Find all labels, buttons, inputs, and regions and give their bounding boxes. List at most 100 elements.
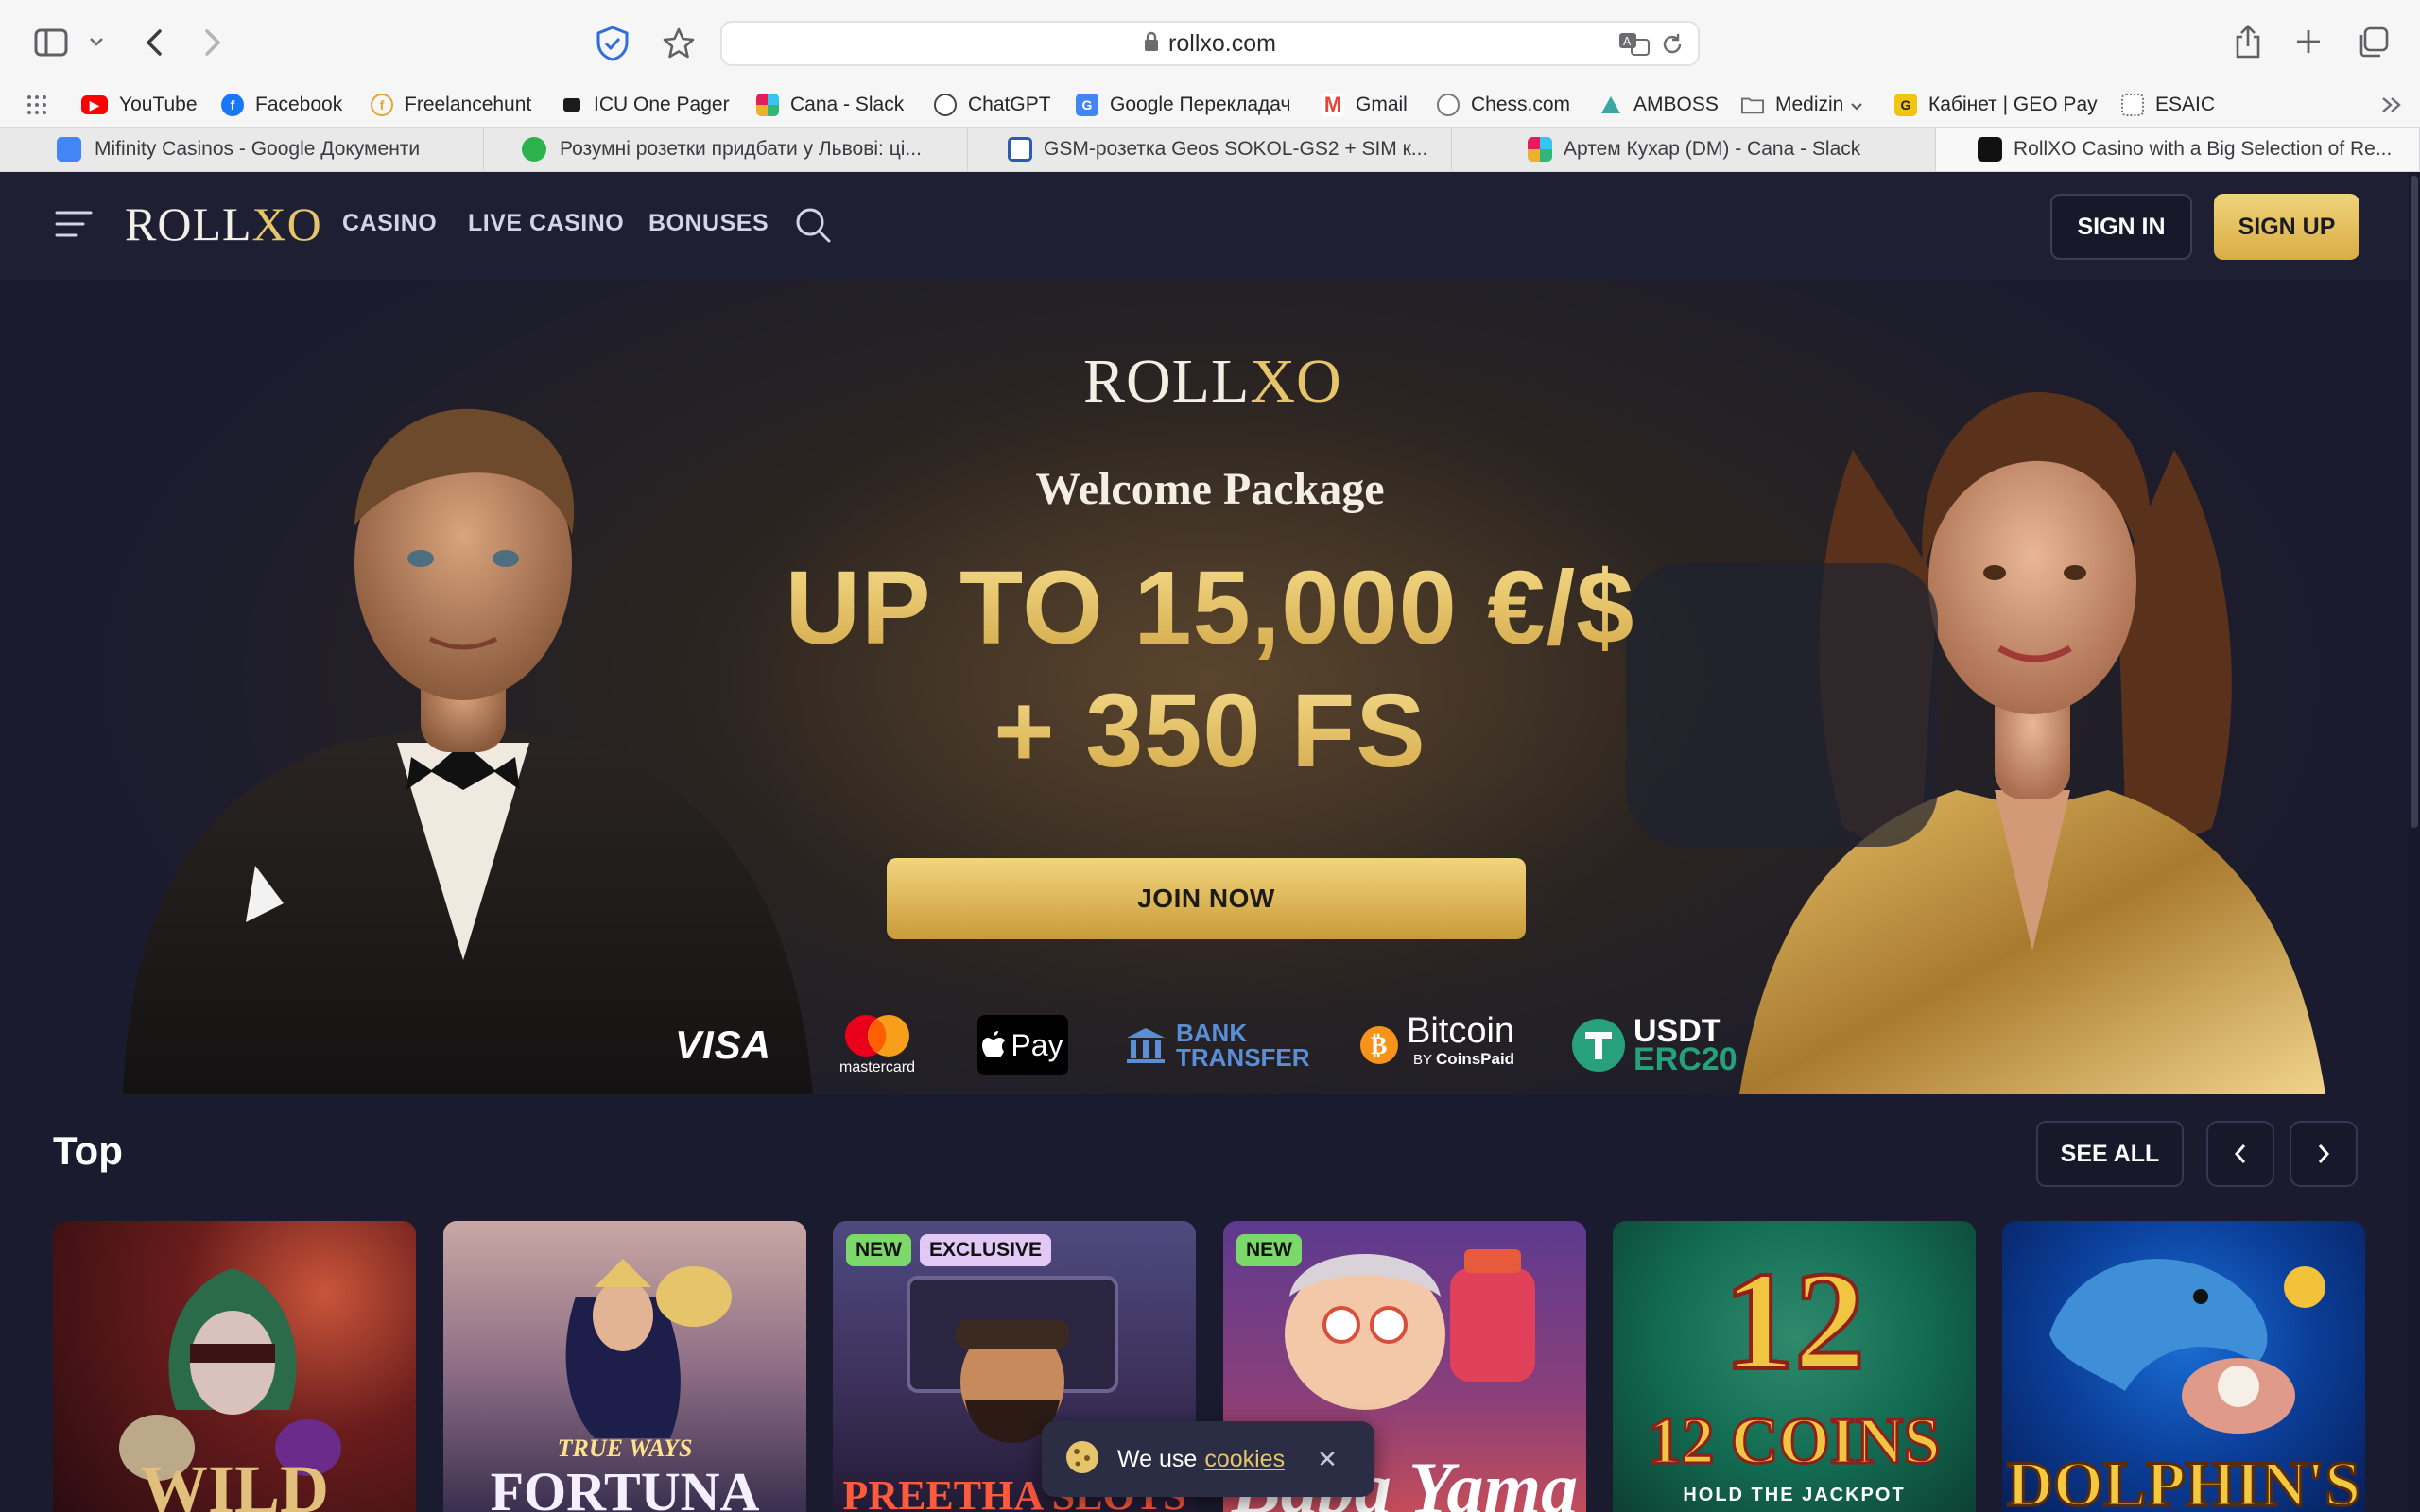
mastercard-logo: mastercard — [839, 1009, 915, 1081]
close-icon[interactable]: ✕ — [1317, 1445, 1338, 1474]
game-card-12-coins[interactable]: 12 12 COINS HOLD THE JACKPOT — [1613, 1221, 1976, 1512]
nav-live-casino[interactable]: LIVE CASINO — [468, 210, 624, 237]
bookmark-label: Chess.com — [1471, 94, 1571, 115]
new-tab-icon[interactable] — [2291, 25, 2325, 59]
bookmark-label: AMBOSS — [1634, 94, 1719, 115]
bookmark-label: ICU One Pager — [594, 94, 730, 115]
section-title-top: Top — [53, 1128, 123, 1173]
google-docs-icon — [57, 137, 81, 162]
bookmark-folder-medizin[interactable]: Medizin — [1741, 83, 1863, 127]
hero-subtitle: Welcome Package — [1035, 464, 1385, 514]
facebook-icon: f — [221, 94, 244, 116]
youtube-icon: ▶ — [81, 95, 108, 114]
browser-toolbar: rollxo.com A — [0, 0, 2420, 87]
bookmark-label: Кабінет | GEO Pay — [1928, 94, 2098, 115]
tab-geos[interactable]: GSM-розетка Geos SOKOL-GS2 + SIM к... — [968, 128, 1452, 171]
rollxo-favicon-icon — [1978, 137, 2002, 162]
game-art — [565, 1259, 732, 1438]
chatgpt-icon — [934, 94, 957, 116]
slack-icon — [1528, 137, 1552, 162]
video-icon — [1008, 137, 1032, 162]
url-text: rollxo.com — [1168, 29, 1276, 57]
cookie-banner: We use cookies ✕ — [1042, 1421, 1374, 1497]
tab-label: Розумні розетки придбати у Львові: ці... — [560, 138, 922, 160]
game-number: 12 — [1721, 1241, 1867, 1401]
search-icon[interactable] — [794, 206, 832, 249]
game-subtitle: HOLD THE JACKPOT — [1683, 1485, 1906, 1505]
bookmark-chess[interactable]: Chess.com — [1437, 83, 1570, 127]
translate-icon[interactable]: A — [1618, 32, 1651, 61]
bank-text-2: TRANSFER — [1176, 1043, 1310, 1072]
payment-methods: VISA mastercard Pay BANK TRANSFER ₿ Bitc… — [662, 1009, 1758, 1081]
join-now-button[interactable]: JOIN NOW — [887, 858, 1526, 939]
bookmark-facebook[interactable]: f Facebook — [221, 83, 342, 127]
visa-text: VISA — [675, 1022, 772, 1067]
tab-rollxo[interactable]: RollXO Casino with a Big Selection of Re… — [1936, 128, 2420, 171]
apps-grid-icon[interactable] — [26, 83, 47, 127]
tab-label: Mifinity Casinos - Google Документи — [95, 138, 421, 160]
game-card-fortuna[interactable]: TRUE WAYS FORTUNA — [443, 1221, 806, 1512]
tab-slack-dm[interactable]: Артем Кухар (DM) - Cana - Slack — [1452, 128, 1936, 171]
game-card-dolphins[interactable]: DOLPHIN'S — [2002, 1221, 2365, 1512]
chevron-down-icon[interactable] — [85, 30, 108, 53]
back-arrow-icon[interactable] — [140, 25, 168, 60]
bookmark-label: Google Перекладач — [1110, 94, 1291, 115]
bookmark-freelancehunt[interactable]: f Freelancehunt — [371, 83, 531, 127]
tab-rozetky[interactable]: Розумні розетки придбати у Львові: ці... — [484, 128, 968, 171]
nav-casino[interactable]: CASINO — [342, 210, 437, 237]
globe-icon — [1437, 94, 1460, 116]
bookmark-geopay[interactable]: G Кабінет | GEO Pay — [1894, 83, 2098, 127]
carousel-prev-button[interactable] — [2206, 1121, 2274, 1187]
game-title: FORTUNA — [490, 1461, 760, 1512]
forward-arrow-icon[interactable] — [199, 25, 227, 60]
chevron-right-icon — [2318, 1144, 2330, 1163]
bookmark-icu[interactable]: ICU One Pager — [563, 83, 730, 127]
tab-strip: Mifinity Casinos - Google Документи Розу… — [0, 127, 2420, 172]
browser-chrome: rollxo.com A ▶ YouTube f Facebook f Free… — [0, 0, 2420, 172]
bookmark-amboss[interactable]: AMBOSS — [1599, 83, 1719, 127]
game-title: 12 COINS — [1647, 1404, 1942, 1480]
address-bar[interactable]: rollxo.com A — [720, 21, 1700, 66]
mastercard-text: mastercard — [839, 1059, 916, 1075]
bookmark-label: Cana - Slack — [790, 94, 905, 115]
bookmark-star-icon[interactable] — [660, 25, 698, 62]
cookie-link[interactable]: cookies — [1204, 1446, 1285, 1473]
privacy-shield-icon[interactable] — [594, 25, 631, 62]
bank-icon — [1127, 1028, 1165, 1063]
bookmark-google-translate[interactable]: G Google Перекладач — [1076, 83, 1290, 127]
bookmark-youtube[interactable]: ▶ YouTube — [81, 83, 198, 127]
tab-label: Артем Кухар (DM) - Cana - Slack — [1564, 138, 1861, 160]
hamburger-menu-icon[interactable] — [55, 210, 93, 243]
hero-offer-line2: + 350 FS — [0, 671, 2420, 791]
bitcoin-icon: ₿ — [1360, 1026, 1398, 1064]
game-card-wild[interactable]: WILD — [53, 1221, 416, 1512]
tether-icon — [1572, 1019, 1625, 1072]
see-all-button[interactable]: SEE ALL — [2036, 1121, 2184, 1187]
carousel-next-button[interactable] — [2290, 1121, 2358, 1187]
bookmark-slack[interactable]: Cana - Slack — [756, 83, 904, 127]
tab-overview-icon[interactable] — [2354, 25, 2392, 60]
hero-offer-line1: UP TO 15,000 €/$ — [0, 548, 2420, 668]
sign-in-button[interactable]: SIGN IN — [2050, 194, 2192, 260]
bookmark-esaic[interactable]: ESAIC — [2121, 83, 2215, 127]
sidebar-toggle-icon[interactable] — [32, 26, 70, 59]
reload-icon[interactable] — [1660, 32, 1685, 61]
game-art — [1285, 1249, 1535, 1410]
bookmark-gmail[interactable]: M Gmail — [1322, 83, 1408, 127]
sign-up-button[interactable]: SIGN UP — [2214, 194, 2360, 260]
bookmark-label: ChatGPT — [968, 94, 1051, 115]
site-logo[interactable]: ROLLXO — [125, 197, 322, 251]
folder-icon — [1741, 94, 1764, 116]
bookmarks-overflow-icon[interactable] — [2380, 83, 2403, 127]
share-icon[interactable] — [2231, 23, 2265, 60]
usdt-logo: USDT ERC20 — [1571, 1009, 1737, 1081]
tab-label: RollXO Casino with a Big Selection of Re… — [2014, 138, 2393, 160]
tab-google-docs[interactable]: Mifinity Casinos - Google Документи — [0, 128, 484, 171]
esaic-icon — [2121, 94, 2144, 116]
hero-logo: ROLLXO — [1083, 346, 1342, 418]
nav-bonuses[interactable]: BONUSES — [648, 210, 769, 237]
bank-text-1: BANK — [1176, 1019, 1248, 1047]
scrollbar-thumb[interactable] — [2411, 176, 2418, 828]
bookmarks-bar: ▶ YouTube f Facebook f Freelancehunt ICU… — [0, 83, 2420, 127]
bookmark-chatgpt[interactable]: ChatGPT — [934, 83, 1051, 127]
